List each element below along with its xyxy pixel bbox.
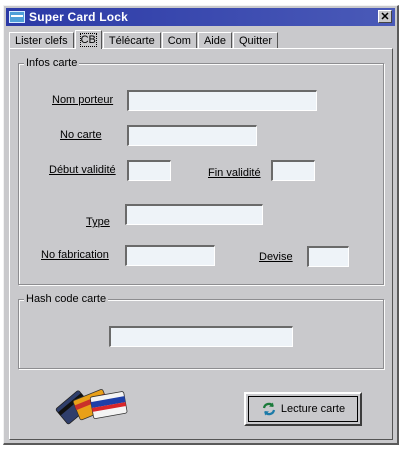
fin-validite-field[interactable]	[271, 160, 315, 181]
tab-label: Aide	[203, 35, 226, 47]
tab-label: Lister clefs	[15, 35, 68, 47]
tab-cb[interactable]: CB	[74, 30, 102, 49]
nom-porteur-field[interactable]	[127, 90, 317, 111]
fin-validite-label: Fin validité	[208, 167, 261, 179]
tab-com[interactable]: Com	[161, 32, 197, 49]
window-title: Super Card Lock	[29, 10, 129, 24]
devise-field[interactable]	[307, 246, 349, 267]
debut-validite-label: Début validité	[49, 164, 116, 176]
infos-carte-title: Infos carte	[24, 57, 80, 69]
debut-validite-field[interactable]	[127, 160, 171, 181]
tab-quitter[interactable]: Quitter	[232, 32, 278, 49]
close-button[interactable]: ✕	[378, 10, 392, 23]
tab-strip: Lister clefs CB Télécarte Com Aide Quitt…	[9, 30, 279, 49]
tab-label: Quitter	[238, 35, 272, 47]
nom-porteur-label: Nom porteur	[52, 94, 114, 106]
hash-code-group: Hash code carte	[18, 293, 384, 369]
refresh-icon	[262, 402, 275, 416]
type-field[interactable]	[125, 204, 263, 225]
lecture-carte-button[interactable]: Lecture carte	[244, 392, 362, 426]
app-window: Super Card Lock ✕ Lister clefs CB Téléca…	[3, 5, 399, 445]
no-fabrication-field[interactable]	[125, 245, 215, 266]
tab-label: CB	[79, 33, 97, 47]
infos-carte-group: Infos carte Nom porteur No carte Début v…	[18, 57, 384, 285]
type-label: Type	[86, 216, 110, 228]
lecture-carte-label: Lecture carte	[280, 403, 346, 415]
credit-cards-icon	[55, 389, 128, 425]
title-bar[interactable]: Super Card Lock ✕	[6, 8, 395, 26]
hash-code-title: Hash code carte	[24, 293, 109, 305]
tab-label: Com	[167, 35, 191, 47]
no-fabrication-label: No fabrication	[41, 249, 109, 261]
hash-code-field[interactable]	[109, 326, 293, 347]
no-carte-label: No carte	[60, 129, 102, 141]
card-icon	[9, 11, 25, 23]
tab-telecarte[interactable]: Télécarte	[102, 32, 161, 49]
tab-label: Télécarte	[108, 35, 155, 47]
tab-lister-clefs[interactable]: Lister clefs	[9, 32, 74, 49]
devise-label: Devise	[259, 251, 293, 263]
tab-aide[interactable]: Aide	[197, 32, 232, 49]
no-carte-field[interactable]	[127, 125, 257, 146]
